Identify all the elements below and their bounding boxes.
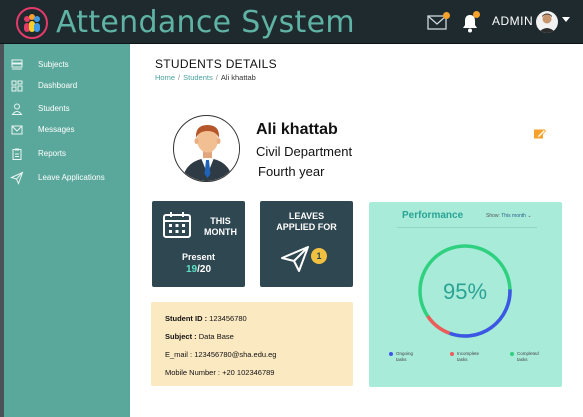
admin-label[interactable]: ADMIN: [492, 14, 533, 28]
notifications-button[interactable]: [462, 11, 480, 33]
breadcrumb-separator: /: [215, 73, 218, 82]
leaves-title-line1: LEAVES: [288, 211, 325, 221]
legend-ongoing-line2: tasks: [396, 357, 407, 362]
performance-card: Performance Show: This month ⌄ 95% Ongoi…: [369, 202, 562, 387]
sidebar-item-students[interactable]: Students: [10, 101, 128, 119]
mobile-label: Mobile Number :: [165, 368, 221, 377]
sidebar: [0, 44, 130, 417]
sidebar-item-label: Students: [38, 104, 70, 113]
send-icon: [10, 171, 24, 185]
leaves-count-badge: 1: [311, 248, 327, 264]
admin-avatar-icon: [538, 13, 556, 33]
present-total: /20: [197, 264, 212, 275]
student-id-label: Student ID :: [165, 314, 208, 323]
performance-divider: [397, 227, 537, 228]
mail-button[interactable]: [427, 12, 450, 31]
this-month-title: THIS MONTH: [204, 216, 237, 238]
breadcrumb-current: Ali khattab: [220, 73, 256, 82]
this-month-line2: MONTH: [204, 227, 237, 237]
logo-icon: [16, 7, 48, 39]
clipboard-icon: [12, 148, 22, 160]
info-subject: Subject : Data Base: [165, 332, 234, 341]
leaves-title-line2: APPLIED FOR: [276, 222, 337, 232]
sidebar-item-label: Dashboard: [38, 81, 78, 90]
calendar-icon: [163, 212, 191, 238]
subject-label: Subject :: [165, 332, 197, 341]
email-value[interactable]: 123456780@sha.edu.eg: [194, 350, 276, 359]
app-title: Attendance System: [56, 5, 355, 40]
performance-percent: 95%: [443, 279, 487, 304]
student-name: Ali khattab: [256, 121, 338, 138]
student-avatar: [173, 115, 240, 182]
this-month-card: THIS MONTH Present 19/20: [152, 201, 245, 287]
sidebar-item-label: Reports: [38, 149, 67, 158]
leaves-title: LEAVES APPLIED FOR: [260, 211, 353, 233]
top-bar: Attendance System ADMIN: [0, 0, 583, 44]
legend-dot-incomplete: [450, 352, 454, 356]
breadcrumb-home[interactable]: Home: [155, 73, 175, 82]
performance-title: Performance: [402, 210, 464, 221]
page-title: STUDENTS DETAILS: [155, 57, 277, 71]
user-icon: [11, 103, 23, 115]
sidebar-item-messages[interactable]: Messages: [10, 122, 128, 140]
mail-notification-dot: [443, 12, 450, 19]
sidebar-item-reports[interactable]: Reports: [10, 146, 128, 164]
legend-completed: Completed tasks: [510, 351, 539, 363]
student-info-card: Student ID : 123456780 Subject : Data Ba…: [151, 302, 353, 386]
mail-icon: [11, 125, 23, 135]
present-count: 19: [185, 264, 198, 275]
sidebar-item-label: Messages: [38, 125, 75, 134]
student-portrait-icon: [174, 116, 239, 181]
legend-incomplete-line2: tasks: [457, 357, 468, 362]
sidebar-edge: [0, 44, 4, 417]
present-label: Present: [181, 252, 216, 262]
show-label: Show:: [486, 213, 500, 219]
subjects-icon: [11, 59, 23, 70]
admin-dropdown-caret-icon[interactable]: [562, 17, 570, 22]
admin-avatar[interactable]: [536, 11, 558, 33]
breadcrumb: Home / Students / Ali khattab: [155, 73, 256, 82]
paper-plane-icon: [281, 246, 309, 272]
email-label: E_mail :: [165, 350, 193, 359]
legend-dot-completed: [510, 352, 514, 356]
present-value: 19/20: [152, 264, 245, 275]
performance-period-select[interactable]: Show: This month ⌄: [486, 213, 532, 219]
dashboard-icon: [11, 80, 23, 92]
incomplete-arc: [426, 315, 451, 335]
breadcrumb-students[interactable]: Students: [183, 73, 213, 82]
edit-profile-button[interactable]: [533, 127, 547, 139]
sidebar-item-leave-applications[interactable]: Leave Applications: [10, 170, 128, 188]
chevron-down-icon: ⌄: [527, 213, 532, 219]
edit-icon: [534, 128, 547, 139]
legend-completed-line2: tasks: [517, 357, 528, 362]
info-student-id: Student ID : 123456780: [165, 314, 247, 323]
performance-ring: 95%: [418, 244, 512, 338]
info-email: E_mail : 123456780@sha.edu.eg: [165, 350, 276, 359]
student-year: Fourth year: [258, 164, 325, 179]
sidebar-item-label: Leave Applications: [38, 173, 105, 182]
student-id-value: 123456780: [209, 314, 247, 323]
period-value: This month: [501, 213, 526, 219]
sidebar-item-dashboard[interactable]: Dashboard: [10, 78, 128, 96]
this-month-line1: THIS: [210, 216, 231, 226]
student-department: Civil Department: [256, 144, 353, 159]
info-mobile: Mobile Number : +20 102346789: [165, 368, 274, 377]
subject-value: Data Base: [198, 332, 234, 341]
mobile-value: +20 102346789: [222, 368, 275, 377]
legend-ongoing: Ongoing tasks: [389, 351, 413, 363]
legend-dot-ongoing: [389, 352, 393, 356]
bell-notification-dot: [473, 11, 480, 18]
sidebar-item-label: Subjects: [38, 60, 69, 69]
breadcrumb-separator: /: [178, 73, 181, 82]
leaves-card[interactable]: LEAVES APPLIED FOR: [260, 201, 353, 287]
sidebar-item-subjects[interactable]: Subjects: [10, 57, 128, 75]
legend-incomplete: Incomplete tasks: [450, 351, 479, 363]
